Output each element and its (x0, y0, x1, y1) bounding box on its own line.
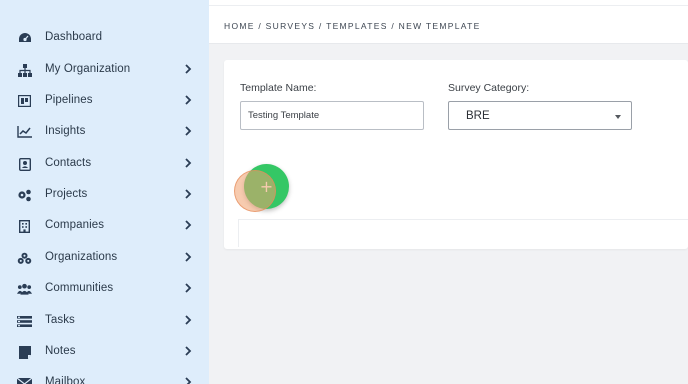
template-form-card: Template Name: Survey Category: BRE (224, 60, 688, 249)
sidebar-item-label: Communities (45, 282, 114, 294)
sidebar-item-communities[interactable]: Communities (0, 275, 209, 303)
sidebar-item-organizations[interactable]: Organizations (0, 244, 209, 272)
breadcrumb: HOME / SURVEYS / TEMPLATES / NEW TEMPLAT… (224, 21, 481, 31)
section-divider (238, 219, 688, 220)
chevron-right-icon (185, 95, 192, 105)
chevron-right-icon (185, 220, 192, 230)
sidebar-item-notes[interactable]: Notes (0, 338, 209, 366)
sidebar-item-pipelines[interactable]: Pipelines (0, 87, 209, 115)
add-question-button[interactable]: + (244, 164, 289, 209)
contacts-icon (17, 157, 32, 171)
pipelines-icon (17, 94, 32, 108)
chevron-right-icon (185, 252, 192, 262)
sidebar-item-my-organization[interactable]: My Organization (0, 56, 209, 84)
mailbox-icon (17, 376, 32, 384)
chevron-right-icon (185, 189, 192, 199)
chevron-right-icon (185, 64, 192, 74)
chevron-right-icon (185, 158, 192, 168)
sidebar-item-label: Mailbox (45, 376, 86, 384)
projects-icon (17, 188, 32, 202)
communities-icon (17, 282, 32, 296)
insights-icon (17, 125, 32, 139)
sidebar-item-mailbox[interactable]: Mailbox (0, 369, 209, 384)
sidebar-item-insights[interactable]: Insights (0, 118, 209, 146)
survey-category-select[interactable]: BRE (448, 101, 632, 130)
tasks-icon (17, 314, 32, 328)
template-name-input[interactable] (240, 101, 424, 130)
sidebar-item-label: Tasks (45, 314, 75, 326)
caret-down-icon (615, 115, 621, 119)
sidebar: Dashboard My Organization Pipelines Insi… (0, 0, 209, 384)
chevron-right-icon (185, 315, 192, 325)
top-divider (209, 5, 688, 6)
sidebar-item-projects[interactable]: Projects (0, 181, 209, 209)
chevron-right-icon (185, 346, 192, 356)
section-divider-left (238, 219, 239, 247)
sidebar-item-tasks[interactable]: Tasks (0, 307, 209, 335)
org-chart-icon (17, 63, 32, 77)
companies-icon (17, 219, 32, 233)
plus-icon: + (259, 176, 274, 196)
survey-category-label: Survey Category: (448, 82, 530, 94)
chevron-right-icon (185, 126, 192, 136)
sidebar-item-label: Pipelines (45, 94, 93, 106)
chevron-right-icon (185, 377, 192, 384)
sidebar-item-dashboard[interactable]: Dashboard (0, 24, 209, 52)
chevron-right-icon (185, 283, 192, 293)
organizations-icon (17, 251, 32, 265)
sidebar-item-label: My Organization (45, 63, 131, 75)
sidebar-item-label: Companies (45, 219, 105, 231)
sidebar-item-companies[interactable]: Companies (0, 212, 209, 240)
sidebar-item-label: Projects (45, 188, 88, 200)
survey-category-value: BRE (466, 110, 490, 122)
template-name-label: Template Name: (240, 82, 317, 94)
sidebar-item-label: Insights (45, 125, 86, 137)
sidebar-item-contacts[interactable]: Contacts (0, 150, 209, 178)
sidebar-item-label: Notes (45, 345, 76, 357)
notes-icon (17, 345, 32, 359)
sidebar-item-label: Dashboard (45, 31, 103, 43)
dashboard-icon (17, 31, 32, 45)
sidebar-item-label: Organizations (45, 251, 118, 263)
sidebar-item-label: Contacts (45, 157, 92, 169)
top-bar: HOME / SURVEYS / TEMPLATES / NEW TEMPLAT… (209, 0, 688, 44)
